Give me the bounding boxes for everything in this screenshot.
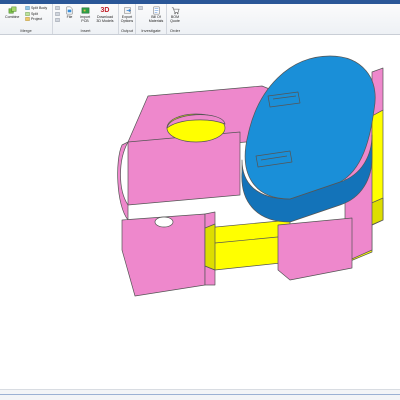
import-pcb-label: Import PCB <box>79 15 91 23</box>
small-hole <box>154 216 174 228</box>
file-button[interactable]: File <box>65 6 74 19</box>
file-label: File <box>66 15 73 19</box>
file-icon <box>66 6 73 15</box>
bom-quote-label: BOM Quote <box>170 15 180 23</box>
split-body-icon <box>25 6 30 10</box>
split-label: Split <box>31 11 38 16</box>
export-icon <box>123 7 131 14</box>
order-group-label: Order <box>169 28 181 33</box>
investigate-small-icon <box>138 6 143 10</box>
combine-icon <box>8 6 17 14</box>
shopping-cart-icon <box>171 7 179 15</box>
export-options-button[interactable]: Export Options <box>119 6 135 23</box>
project-icon <box>25 17 30 21</box>
combine-button[interactable]: Combine <box>5 6 19 19</box>
insert-small-icon-2 <box>55 12 60 16</box>
insert-small-button-3[interactable] <box>55 18 60 22</box>
download-3d-models-button[interactable]: 3D Download 3D Models <box>95 6 115 23</box>
download-3d-icon: 3D <box>100 7 110 14</box>
pink-block-front <box>127 131 241 206</box>
split-body-button[interactable]: Split Body <box>25 6 47 10</box>
status-bar <box>0 389 400 400</box>
output-group-label: Output <box>120 28 133 33</box>
merge-group: Combine Split Body Split Project Merge <box>0 4 53 34</box>
merge-group-label: Merge <box>20 28 32 33</box>
yellow-channel-side <box>204 223 216 271</box>
export-options-label: Export Options <box>120 15 134 23</box>
insert-small-icon-3 <box>55 18 60 22</box>
bill-of-materials-button[interactable]: Bill Of Materials <box>146 6 166 23</box>
import-pcb-button[interactable]: Import PCB <box>77 6 93 23</box>
pcb-board-icon <box>81 7 89 14</box>
insert-small-icon-1 <box>55 6 60 10</box>
split-body-label: Split Body <box>31 6 48 10</box>
insert-small-button-1[interactable] <box>55 6 60 10</box>
bom-quote-button[interactable]: BOM Quote <box>167 6 183 23</box>
status-bar-line <box>0 394 400 395</box>
output-group: Export Options Output <box>119 4 136 34</box>
combine-label: Combine <box>5 15 20 19</box>
yellow-channel <box>204 219 291 271</box>
investigate-small-button[interactable] <box>138 6 143 10</box>
download-3d-models-label: Download 3D Models <box>96 15 114 23</box>
bill-of-materials-label: Bill Of Materials <box>148 15 164 23</box>
pink-block-side <box>117 141 129 221</box>
split-button[interactable]: Split <box>25 12 38 16</box>
project-label: Project <box>31 17 43 21</box>
project-button[interactable]: Project <box>25 17 42 21</box>
ribbon: Combine Split Body Split Project Merge F… <box>0 4 400 35</box>
pink-middle-post <box>277 217 353 281</box>
insert-group: File Import PCB 3D Download 3D Models In… <box>53 4 119 34</box>
split-icon <box>25 11 30 16</box>
bill-of-materials-icon <box>153 6 159 15</box>
3d-viewport[interactable] <box>0 35 400 390</box>
investigate-group: Bill Of Materials Investigate <box>136 4 167 34</box>
insert-group-label: Insert <box>80 28 91 33</box>
insert-small-button-2[interactable] <box>55 12 60 16</box>
investigate-group-label: Investigate <box>141 28 161 33</box>
order-group: BOM Quote Order <box>167 4 183 34</box>
